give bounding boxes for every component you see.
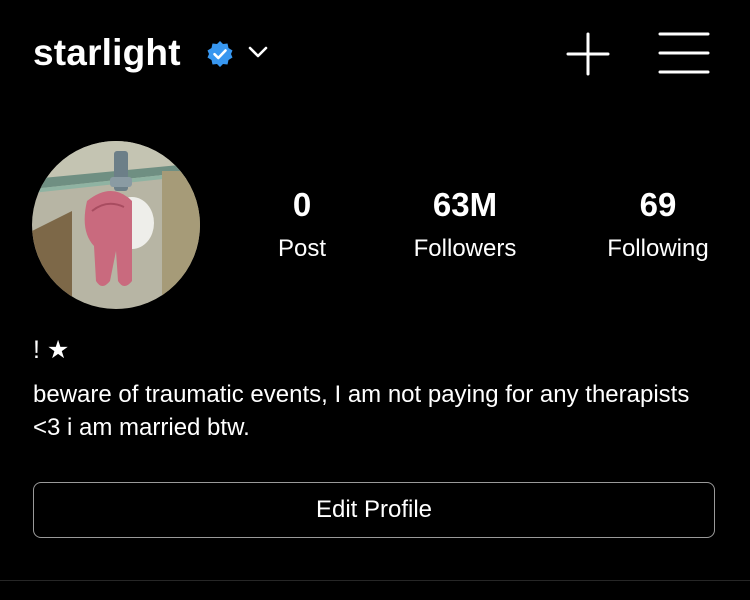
following-value: 69 <box>639 186 677 223</box>
posts-count[interactable]: 0 Post <box>262 184 342 264</box>
bio-name: ! ★ <box>33 336 70 364</box>
edit-profile-button[interactable]: Edit Profile <box>33 482 715 538</box>
following-count[interactable]: 69 Following <box>588 184 728 264</box>
section-divider <box>0 580 750 581</box>
followers-value: 63M <box>432 186 498 223</box>
followers-label: Followers <box>413 235 517 262</box>
bio-text: beware of traumatic events, I am not pay… <box>33 381 690 441</box>
verified-badge-icon <box>207 41 233 67</box>
posts-label: Post <box>277 235 327 262</box>
posts-value: 0 <box>292 186 312 223</box>
username-title[interactable]: starlight <box>33 30 181 76</box>
following-label: Following <box>607 235 709 262</box>
chevron-down-icon[interactable] <box>248 44 268 60</box>
profile-header: starlight <box>0 0 750 110</box>
profile-avatar[interactable] <box>32 141 200 309</box>
followers-count[interactable]: 63M Followers <box>395 184 535 264</box>
hamburger-menu-icon[interactable] <box>658 30 710 76</box>
new-post-plus-icon[interactable] <box>566 32 610 76</box>
